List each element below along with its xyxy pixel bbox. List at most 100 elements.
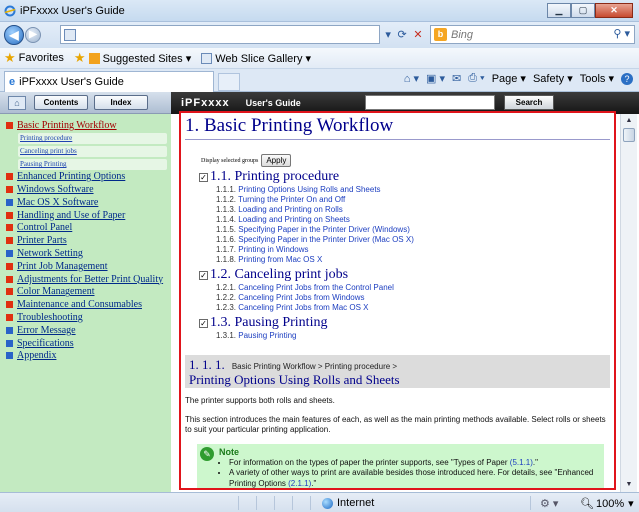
subsection-link[interactable]: Canceling Print Jobs from Windows [238, 293, 364, 302]
subsection-link[interactable]: Turning the Printer On and Off [238, 195, 345, 204]
note-link-5-1-1[interactable]: (5.1.1) [510, 458, 533, 467]
toc-link[interactable]: Appendix [17, 350, 56, 361]
toc-link[interactable]: Mac OS X Software [17, 197, 98, 208]
guide-search-button[interactable]: Search [504, 95, 554, 110]
toc-item[interactable]: Handling and Use of Paper [6, 210, 171, 221]
toc-link[interactable]: Control Panel [17, 222, 72, 233]
web-slice-gallery-link[interactable]: Web Slice Gallery ▾ [201, 52, 311, 65]
subsection-link[interactable]: Loading and Printing on Rolls [238, 205, 343, 214]
toc-item[interactable]: Error Message [6, 325, 171, 336]
minimize-button[interactable]: ▁ [547, 3, 571, 18]
scroll-down-icon[interactable]: ▼ [621, 478, 637, 492]
toc-link[interactable]: Print Job Management [17, 261, 108, 272]
toc-item[interactable]: Mac OS X Software [6, 197, 171, 208]
refresh-icon[interactable]: ⟳ [398, 28, 407, 41]
apply-button[interactable]: Apply [261, 154, 292, 167]
scroll-up-icon[interactable]: ▲ [621, 114, 637, 128]
toc-link[interactable]: Color Management [17, 286, 94, 297]
scroll-thumb[interactable] [623, 128, 635, 142]
note-item: For information on the types of paper th… [229, 458, 600, 469]
toc-link[interactable]: Handling and Use of Paper [17, 210, 125, 221]
new-tab-button[interactable] [218, 73, 240, 91]
toc-item[interactable]: Enhanced Printing Options [6, 171, 171, 182]
toc-item[interactable]: Printer Parts [6, 235, 171, 246]
section-heading: ✓ 1.2. Canceling print jobs [199, 267, 610, 283]
toc-subitem[interactable]: Pausing Printing [18, 159, 167, 171]
contents-button[interactable]: Contents [34, 95, 88, 110]
group-checkbox[interactable]: ✓ [199, 172, 208, 182]
toc-item[interactable]: Windows Software [6, 184, 171, 195]
page-menu[interactable]: Page ▾ [492, 72, 526, 85]
toc-item[interactable]: Troubleshooting [6, 312, 171, 323]
toc-bullet-icon [6, 198, 13, 206]
subsection-item: 1.3.1. Pausing Printing [216, 331, 610, 341]
toc-link[interactable]: Maintenance and Consumables [17, 299, 142, 310]
subsection-link[interactable]: Printing Options Using Rolls and Sheets [238, 185, 380, 194]
print-icon[interactable]: ⎙ ▾ [468, 72, 484, 85]
security-zone[interactable]: Internet [322, 497, 374, 509]
forward-button[interactable]: ▶ [25, 27, 41, 43]
subsection-link[interactable]: Canceling Print Jobs from the Control Pa… [238, 283, 394, 292]
protected-mode-icon[interactable]: ⚙ ▾ [540, 497, 558, 510]
toc-subitem[interactable]: Canceling print jobs [18, 146, 167, 158]
toc-item[interactable]: Maintenance and Consumables [6, 299, 171, 310]
tools-menu[interactable]: Tools ▾ [580, 72, 614, 85]
home-icon[interactable]: ⌂ ▾ [404, 72, 419, 85]
toc-item[interactable]: Basic Printing Workflow [6, 120, 171, 131]
toc-link[interactable]: Network Setting [17, 248, 83, 259]
toc-link[interactable]: Basic Printing Workflow [17, 120, 117, 131]
toc-item[interactable]: Appendix [6, 350, 171, 361]
favorites-button[interactable]: ★ Favorites [4, 50, 64, 66]
search-icon[interactable]: ⚲ ▾ [613, 27, 630, 40]
subsection-number: 1.2.2. [216, 293, 237, 302]
note-link-2-1-1[interactable]: (2.1.1) [288, 479, 311, 488]
toc-link[interactable]: Enhanced Printing Options [17, 171, 125, 182]
subsection-link[interactable]: Printing in Windows [238, 245, 308, 254]
toc-link[interactable]: Error Message [17, 325, 76, 336]
vertical-scrollbar[interactable]: ▲ ▼ [620, 114, 637, 492]
toc-link[interactable]: Specifications [17, 338, 74, 349]
back-button[interactable]: ◀ [4, 25, 24, 45]
safety-menu[interactable]: Safety ▾ [533, 72, 573, 85]
toc-link[interactable]: Windows Software [17, 184, 94, 195]
subsection-link[interactable]: Loading and Printing on Sheets [238, 215, 350, 224]
section-heading-title: 1.2. Canceling print jobs [210, 267, 349, 282]
close-button[interactable]: ✕ [595, 3, 633, 18]
dropdown-icon[interactable]: ▾ [385, 28, 391, 41]
subsection-link[interactable]: Pausing Printing [238, 331, 296, 340]
suggested-sites-link[interactable]: ★ Suggested Sites ▾ [74, 50, 191, 66]
help-icon[interactable]: ? [621, 72, 633, 85]
subsection-number: 1.1.6. [216, 235, 237, 244]
maximize-button[interactable]: ▢ [571, 3, 595, 18]
address-input[interactable] [60, 25, 380, 44]
toc-item[interactable]: Print Job Management [6, 261, 171, 272]
tab-user-guide[interactable]: e iPFxxxx User's Guide [4, 71, 214, 92]
subsection-link[interactable]: Specifying Paper in the Printer Driver (… [238, 235, 414, 244]
group-checkbox[interactable]: ✓ [199, 318, 208, 328]
search-input[interactable]: b Bing ⚲ ▾ [430, 25, 635, 44]
home-button-icon[interactable]: ⌂ [8, 95, 26, 110]
group-checkbox[interactable]: ✓ [199, 270, 208, 280]
index-button[interactable]: Index [94, 95, 148, 110]
toc-item[interactable]: Adjustments for Better Print Quality [6, 274, 171, 285]
status-bar: Internet ⚙ ▾ 🔍︎ 100% ▾ [0, 492, 639, 512]
subsection-link[interactable]: Printing from Mac OS X [238, 255, 322, 264]
subsection-link[interactable]: Specifying Paper in the Printer Driver (… [238, 225, 410, 234]
toc-link[interactable]: Troubleshooting [17, 312, 83, 323]
toc-item[interactable]: Network Setting [6, 248, 171, 259]
feeds-icon[interactable]: ▣ ▾ [426, 72, 445, 85]
stop-icon[interactable]: ✕ [413, 28, 422, 41]
toc-link[interactable]: Adjustments for Better Print Quality [17, 274, 163, 285]
toc-subitem[interactable]: Printing procedure [18, 133, 167, 145]
display-groups-label: Display selected groups [201, 157, 259, 164]
subsection-item: 1.2.3. Canceling Print Jobs from Mac OS … [216, 303, 610, 313]
note-item-end: ." [532, 457, 538, 467]
subsection-link[interactable]: Canceling Print Jobs from Mac OS X [238, 303, 368, 312]
zoom-control[interactable]: 🔍︎ 100% ▾ [580, 497, 634, 511]
toc-item[interactable]: Specifications [6, 338, 171, 349]
toc-item[interactable]: Control Panel [6, 222, 171, 233]
mail-icon[interactable]: ✉ [452, 72, 461, 85]
guide-search-input[interactable] [365, 95, 495, 110]
toc-item[interactable]: Color Management [6, 286, 171, 297]
toc-link[interactable]: Printer Parts [17, 235, 67, 246]
